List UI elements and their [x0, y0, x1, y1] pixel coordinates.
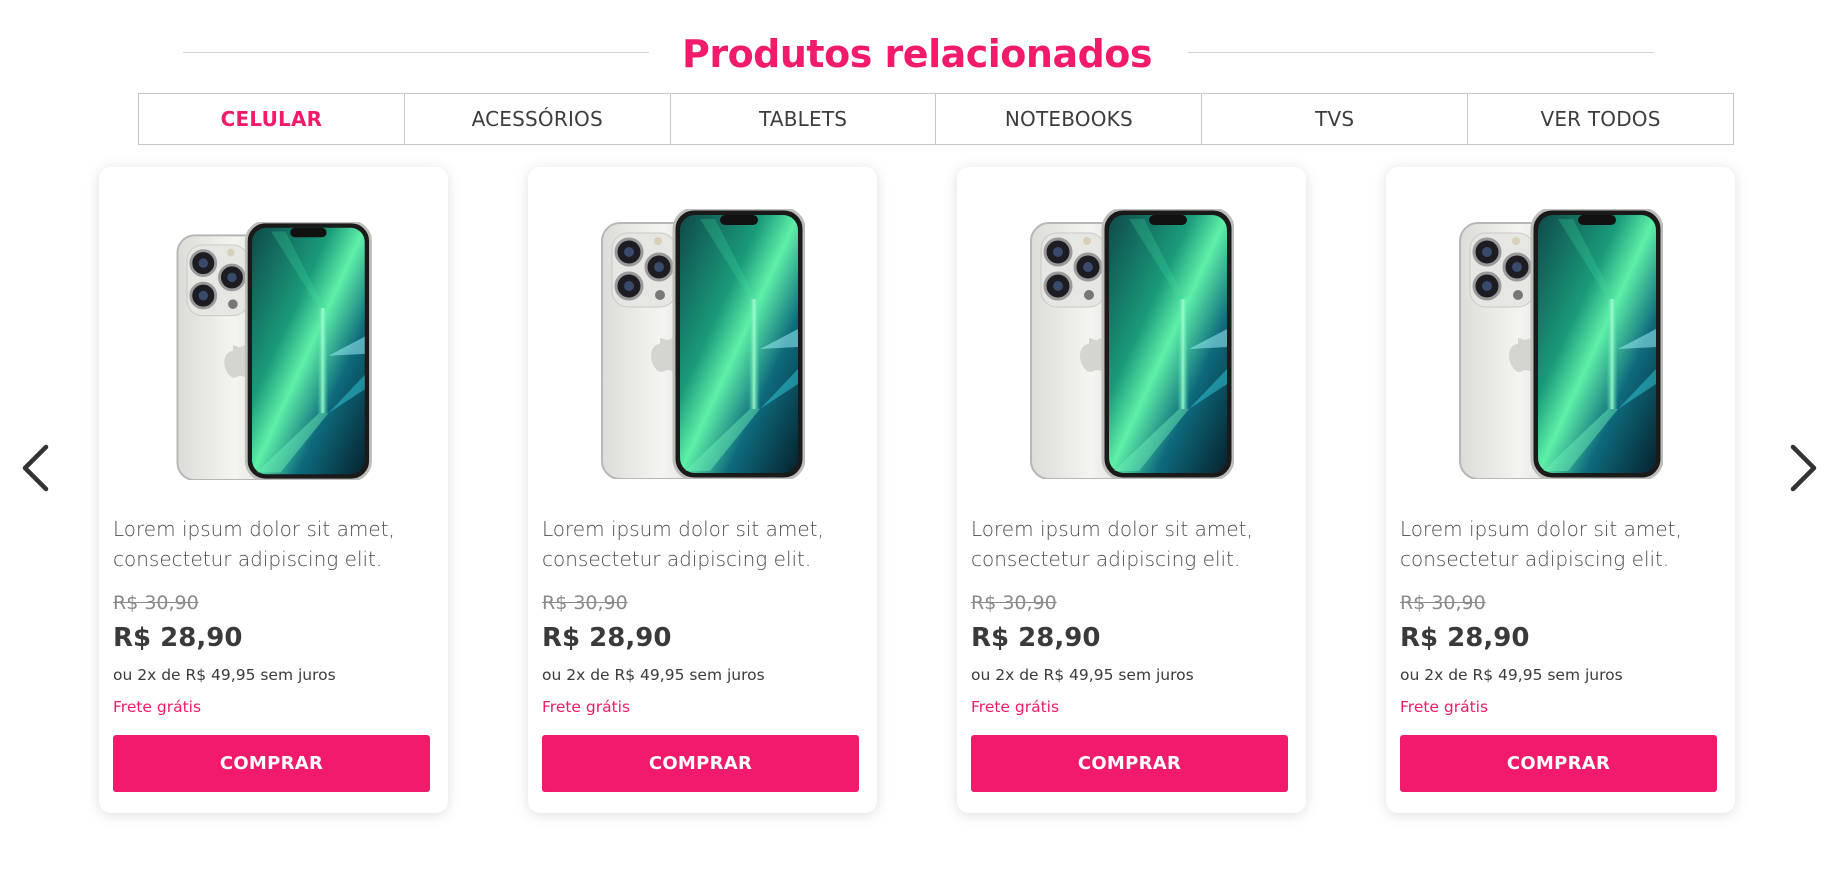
current-price: R$ 28,90	[542, 623, 672, 653]
tab-notebooks[interactable]: NOTEBOOKS	[936, 94, 1203, 144]
section-header: Produtos relacionados	[0, 30, 1834, 86]
tab-ver-todos[interactable]: VER TODOS	[1468, 94, 1733, 144]
tab-tablets[interactable]: TABLETS	[671, 94, 937, 144]
installments-info: ou 2x de R$ 49,95 sem juros	[1400, 666, 1623, 684]
free-shipping-label: Frete grátis	[113, 698, 202, 716]
product-name[interactable]: Lorem ipsum dolor sit amet, consectetur …	[113, 514, 433, 574]
smartphone-image[interactable]	[1029, 209, 1234, 479]
free-shipping-label: Frete grátis	[971, 698, 1060, 716]
category-tabs: CELULAR ACESSÓRIOS TABLETS NOTEBOOKS TVS…	[138, 93, 1734, 145]
carousel-next-button[interactable]	[1786, 443, 1822, 493]
product-card[interactable]: Lorem ipsum dolor sit amet, consectetur …	[528, 167, 877, 813]
smartphone-image[interactable]	[600, 209, 805, 479]
product-card[interactable]: Lorem ipsum dolor sit amet, consectetur …	[99, 167, 448, 813]
old-price: R$ 30,90	[971, 592, 1057, 614]
related-products-page: Produtos relacionados CELULAR ACESSÓRIOS…	[0, 0, 1834, 874]
free-shipping-label: Frete grátis	[1400, 698, 1489, 716]
tab-acessorios[interactable]: ACESSÓRIOS	[405, 94, 671, 144]
buy-button[interactable]: COMPRAR	[1400, 735, 1717, 792]
tab-tvs[interactable]: TVS	[1202, 94, 1469, 144]
chevron-left-icon	[22, 444, 49, 492]
current-price: R$ 28,90	[971, 623, 1101, 653]
product-name[interactable]: Lorem ipsum dolor sit amet, consectetur …	[971, 514, 1291, 574]
old-price: R$ 30,90	[542, 592, 628, 614]
current-price: R$ 28,90	[1400, 623, 1530, 653]
product-name[interactable]: Lorem ipsum dolor sit amet, consectetur …	[542, 514, 862, 574]
current-price: R$ 28,90	[113, 623, 243, 653]
old-price: R$ 30,90	[113, 592, 199, 614]
installments-info: ou 2x de R$ 49,95 sem juros	[971, 666, 1194, 684]
old-price: R$ 30,90	[1400, 592, 1486, 614]
section-title: Produtos relacionados	[681, 32, 1153, 76]
product-card[interactable]: Lorem ipsum dolor sit amet, consectetur …	[957, 167, 1306, 813]
product-card[interactable]: Lorem ipsum dolor sit amet, consectetur …	[1386, 167, 1735, 813]
carousel-prev-button[interactable]	[17, 443, 53, 493]
smartphone-image[interactable]	[171, 222, 376, 480]
free-shipping-label: Frete grátis	[542, 698, 631, 716]
header-divider-right	[1188, 52, 1654, 53]
buy-button[interactable]: COMPRAR	[971, 735, 1288, 792]
smartphone-image[interactable]	[1458, 209, 1663, 479]
buy-button[interactable]: COMPRAR	[542, 735, 859, 792]
chevron-right-icon	[1790, 444, 1817, 492]
installments-info: ou 2x de R$ 49,95 sem juros	[113, 666, 336, 684]
tab-celular[interactable]: CELULAR	[139, 94, 405, 144]
buy-button[interactable]: COMPRAR	[113, 735, 430, 792]
product-name[interactable]: Lorem ipsum dolor sit amet, consectetur …	[1400, 514, 1720, 574]
installments-info: ou 2x de R$ 49,95 sem juros	[542, 666, 765, 684]
